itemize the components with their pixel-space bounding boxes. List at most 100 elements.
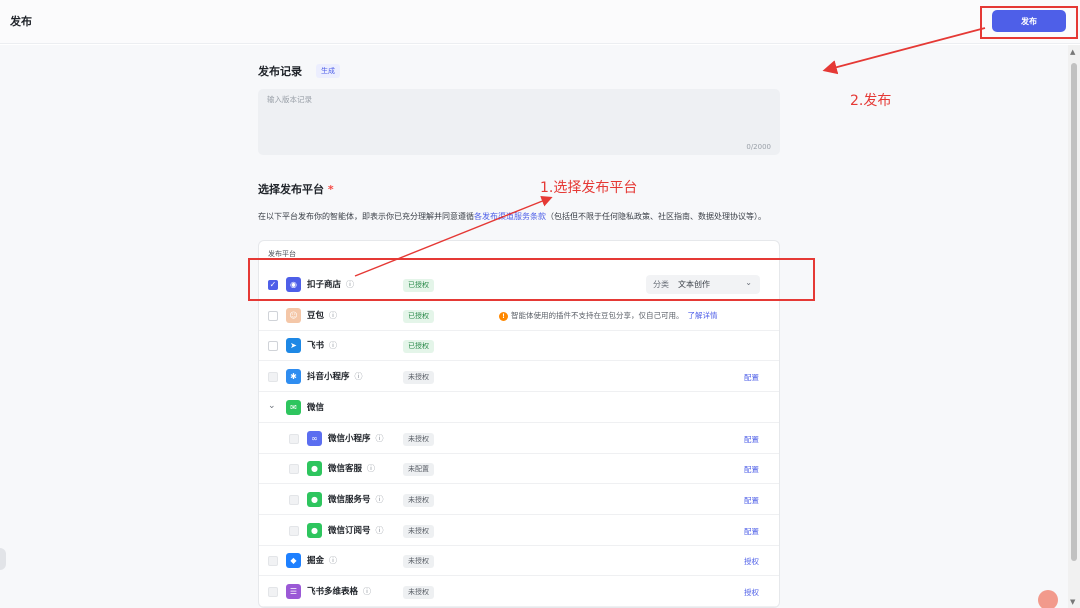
platform-name: 飞书 ⓘ — [307, 339, 337, 351]
scrollbar-thumb[interactable] — [1071, 63, 1077, 561]
info-icon[interactable]: ⓘ — [376, 526, 384, 535]
record-title: 发布记录 — [258, 65, 302, 78]
generate-button[interactable]: 生成 — [316, 64, 340, 78]
platform-name-text: 飞书多维表格 — [307, 587, 359, 597]
platform-row[interactable]: ● 微信服务号 ⓘ 未授权 配置 — [259, 484, 779, 515]
platform-action-link[interactable]: 配置 — [744, 526, 759, 537]
auth-status-badge: 未授权 — [403, 493, 434, 507]
platform-name: 微信客服 ⓘ — [328, 462, 375, 474]
platform-action-link[interactable]: 配置 — [744, 434, 759, 445]
platform-row[interactable]: ✱ 抖音小程序 ⓘ 未授权 配置 — [259, 361, 779, 393]
platform-name-text: 微信订阅号 — [328, 525, 371, 536]
char-counter: 0/2000 — [746, 143, 771, 151]
info-icon[interactable]: ⓘ — [367, 464, 375, 473]
wechat-subscription-icon: ● — [307, 522, 322, 538]
platform-name-text: 微信 — [307, 402, 325, 413]
platform-section-title-text: 选择发布平台 — [258, 183, 324, 196]
wechat-service-account-icon: ● — [307, 491, 322, 507]
annotation-box-publish — [980, 6, 1078, 39]
feishu-bitable-icon: ☰ — [286, 584, 301, 599]
wechat-miniprogram-icon: ∞ — [307, 430, 322, 446]
platform-name-text: 微信小程序 — [328, 433, 371, 444]
page-scrollbar[interactable]: ▲ ▼ — [1068, 45, 1080, 608]
feishu-icon: ➤ — [286, 338, 301, 354]
platform-row[interactable]: ∞ 微信小程序 ⓘ 未授权 配置 — [259, 423, 779, 454]
terms-text-before: 在以下平台发布你的智能体，即表示你已充分理解并同意遵循 — [258, 212, 474, 221]
info-icon[interactable]: ⓘ — [376, 434, 384, 443]
platform-name: 掘金 ⓘ — [307, 554, 337, 566]
doubao-warning: ! 智能体使用的插件不支持在豆包分享，仅自己可用。 了解详情 — [499, 310, 718, 321]
terms-description: 在以下平台发布你的智能体，即表示你已充分理解并同意遵循各发布渠道服务条款（包括但… — [258, 208, 782, 225]
assistant-bubble-icon[interactable] — [1038, 590, 1058, 608]
platform-row[interactable]: ◆ 掘金 ⓘ 未授权 授权 — [259, 545, 779, 577]
platform-checkbox[interactable] — [289, 464, 299, 475]
required-mark: * — [327, 183, 334, 196]
warning-icon: ! — [499, 311, 508, 321]
douyin-miniprogram-icon: ✱ — [286, 369, 301, 385]
warning-text: 智能体使用的插件不支持在豆包分享，仅自己可用。 — [511, 310, 684, 320]
platform-name-text: 微信服务号 — [328, 494, 371, 505]
chevron-down-icon[interactable]: ⌄ — [268, 401, 276, 411]
platform-name-text: 微信客服 — [328, 464, 363, 475]
annotation-step1: 1.选择发布平台 — [540, 180, 638, 196]
auth-status-badge: 已授权 — [403, 340, 434, 354]
annotation-step2: 2.发布 — [850, 93, 892, 109]
side-handle[interactable] — [0, 548, 6, 570]
auth-status-badge: 未授权 — [403, 371, 434, 385]
platform-checkbox[interactable] — [268, 587, 278, 597]
annotation-box-coze-store — [248, 258, 815, 301]
wechat-icon: ✉ — [286, 399, 301, 415]
auth-status-badge: 未配置 — [403, 463, 434, 477]
wechat-service-icon: ● — [307, 461, 322, 477]
platform-name: 微信 — [307, 401, 324, 413]
scroll-up-icon[interactable]: ▲ — [1070, 48, 1075, 56]
platform-name-text: 豆包 — [307, 310, 325, 321]
platform-action-link[interactable]: 授权 — [744, 587, 759, 598]
platform-action-link[interactable]: 授权 — [744, 556, 759, 567]
platform-name-text: 飞书 — [307, 341, 325, 352]
platform-name: 抖音小程序 ⓘ — [307, 370, 363, 382]
platform-name: 微信订阅号 ⓘ — [328, 524, 384, 536]
platform-row[interactable]: ➤ 飞书 ⓘ 已授权 — [259, 330, 779, 362]
scroll-down-icon[interactable]: ▼ — [1070, 598, 1075, 606]
platform-checkbox[interactable] — [268, 310, 278, 321]
platform-name: 微信服务号 ⓘ — [328, 493, 384, 505]
platform-checkbox[interactable] — [268, 341, 278, 352]
info-icon[interactable]: ⓘ — [363, 587, 371, 596]
page-title: 发布 — [10, 15, 32, 28]
platform-checkbox[interactable] — [289, 494, 299, 505]
auth-status-badge: 未授权 — [403, 524, 434, 538]
platform-name-text: 抖音小程序 — [307, 372, 350, 383]
doubao-icon: ☺ — [286, 307, 301, 323]
platform-row[interactable]: ● 微信客服 ⓘ 未配置 配置 — [259, 453, 779, 485]
info-icon[interactable]: ⓘ — [355, 372, 363, 381]
platform-action-link[interactable]: 配置 — [744, 464, 759, 475]
platform-row[interactable]: ☰ 飞书多维表格 ⓘ 未授权 授权 — [259, 576, 779, 607]
platform-row[interactable]: ☺ 豆包 ⓘ 已授权! 智能体使用的插件不支持在豆包分享，仅自己可用。 了解详情 — [259, 300, 779, 331]
info-icon[interactable]: ⓘ — [376, 495, 384, 504]
info-icon[interactable]: ⓘ — [329, 341, 337, 350]
auth-status-badge: 已授权 — [403, 309, 434, 323]
platform-row[interactable]: ● 微信订阅号 ⓘ 未授权 配置 — [259, 515, 779, 546]
auth-status-badge: 未授权 — [403, 555, 434, 569]
platform-checkbox[interactable] — [289, 525, 299, 536]
version-record-placeholder: 输入版本记录 — [267, 95, 312, 104]
learn-more-link[interactable]: 了解详情 — [688, 311, 718, 320]
platform-action-link[interactable]: 配置 — [744, 495, 759, 506]
platform-checkbox[interactable] — [268, 556, 278, 567]
version-record-input[interactable]: 输入版本记录 0/2000 — [258, 89, 780, 155]
auth-status-badge: 未授权 — [403, 586, 434, 599]
platform-row[interactable]: ⌄ ✉ 微信 — [259, 392, 779, 423]
platform-section-title: 选择发布平台 * — [258, 181, 334, 197]
platform-checkbox[interactable] — [268, 372, 278, 383]
info-icon[interactable]: ⓘ — [329, 311, 337, 320]
info-icon[interactable]: ⓘ — [329, 556, 337, 565]
platform-checkbox[interactable] — [289, 433, 299, 444]
top-bar: 发布 发布 — [0, 0, 1080, 44]
platform-name: 豆包 ⓘ — [307, 309, 337, 321]
platform-name: 微信小程序 ⓘ — [328, 432, 384, 444]
platform-action-link[interactable]: 配置 — [744, 372, 759, 383]
terms-link[interactable]: 各发布渠道服务条款 — [474, 212, 546, 221]
terms-text-after: （包括但不限于任何隐私政策、社区指南、数据处理协议等）。 — [546, 212, 766, 221]
platform-name: 飞书多维表格 ⓘ — [307, 585, 371, 597]
